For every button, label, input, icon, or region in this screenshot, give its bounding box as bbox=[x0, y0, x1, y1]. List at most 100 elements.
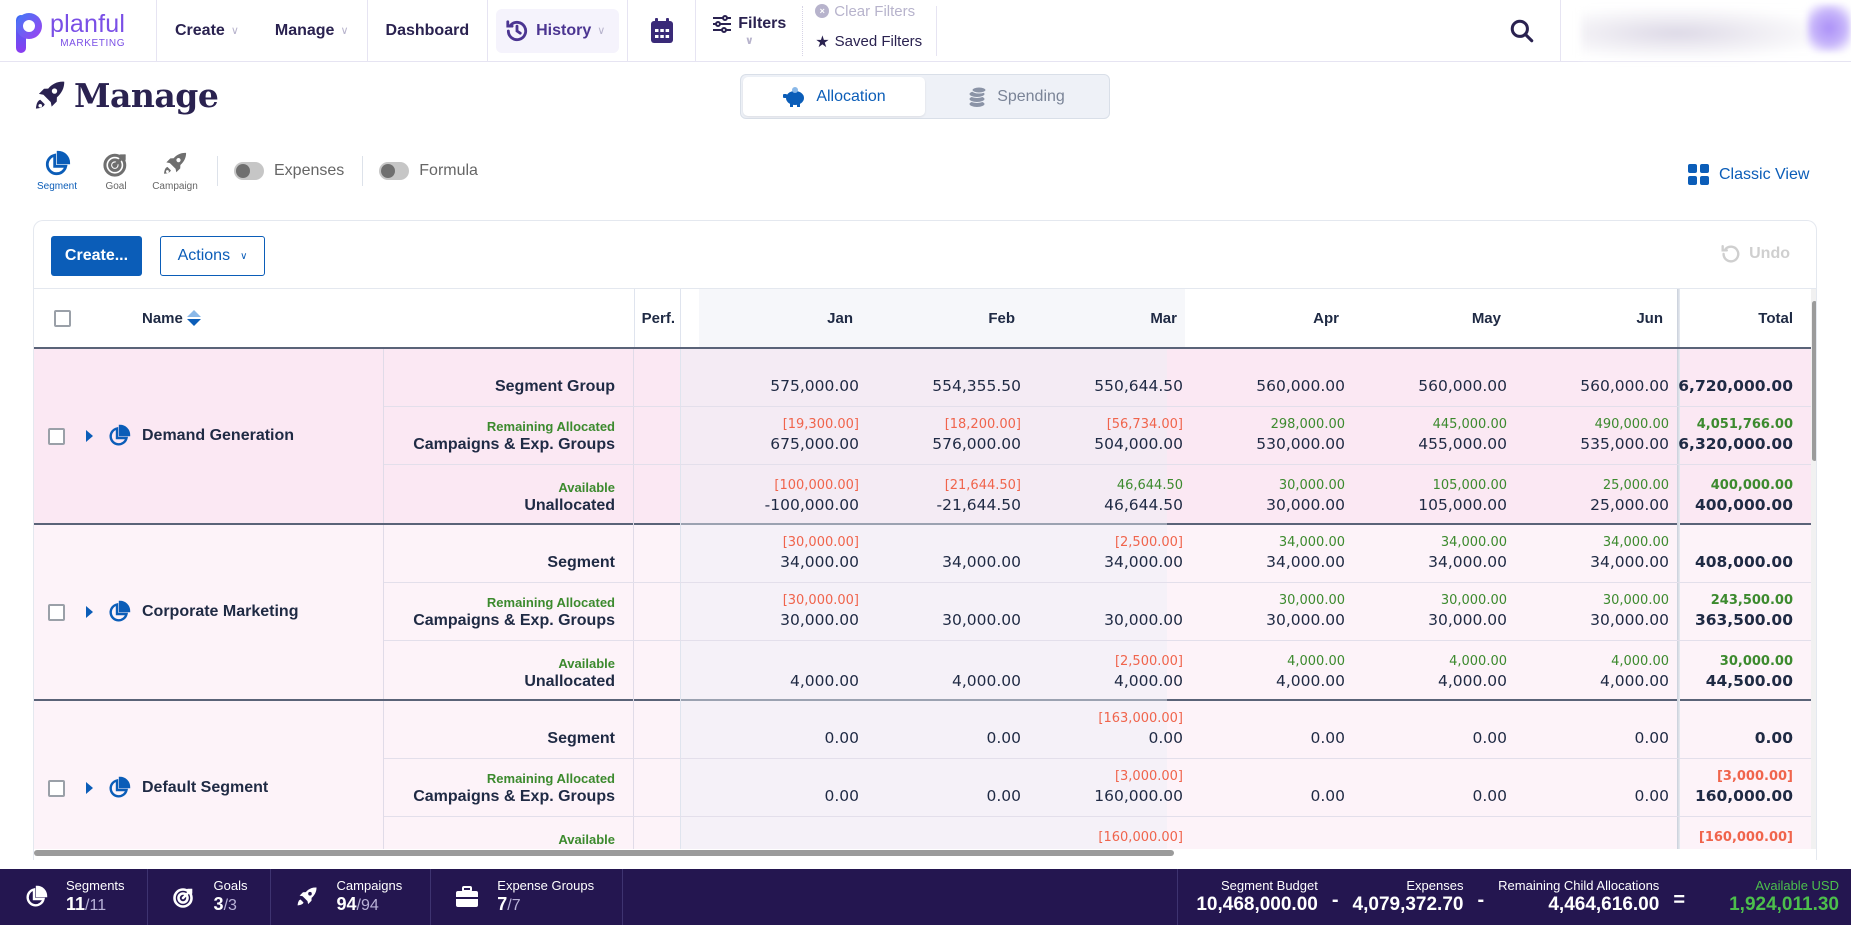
month-value-cell[interactable]: 0.00 bbox=[986, 701, 1021, 758]
nav-create[interactable]: Create ∨ bbox=[157, 0, 257, 61]
month-value-cell[interactable]: 298,000.00 530,000.00 bbox=[1256, 407, 1345, 464]
month-value-cell[interactable]: 34,000.00 34,000.00 bbox=[1266, 525, 1345, 582]
month-value-cell[interactable]: 34,000.00 bbox=[942, 525, 1021, 582]
view-goal[interactable]: Goal bbox=[89, 150, 143, 192]
month-value-cell[interactable]: 0.00 bbox=[986, 759, 1021, 816]
month-value-cell[interactable]: 4,000.00 4,000.00 bbox=[1600, 641, 1669, 701]
month-value-cell[interactable]: [21,644.50] -21,644.50 bbox=[937, 465, 1021, 525]
month-value-cell[interactable]: 550,644.50 bbox=[1094, 349, 1183, 406]
month-value-cell[interactable]: 554,355.50 bbox=[932, 349, 1021, 406]
expenses-switch[interactable] bbox=[234, 162, 264, 180]
month-value-cell[interactable]: 0.00 bbox=[1472, 701, 1507, 758]
total-subvalue: 400,000.00 bbox=[1710, 478, 1793, 493]
month-value-cell[interactable]: 4,000.00 bbox=[952, 641, 1021, 701]
expand-caret-icon[interactable] bbox=[86, 606, 93, 618]
segment-name[interactable]: Default Segment bbox=[142, 779, 268, 797]
nav-manage[interactable]: Manage ∨ bbox=[257, 0, 368, 61]
nav-dashboard[interactable]: Dashboard bbox=[368, 0, 489, 61]
month-value-cell[interactable]: 0.00 bbox=[824, 817, 859, 849]
month-value-cell[interactable]: 0.00 bbox=[986, 817, 1021, 849]
month-value-cell[interactable]: 25,000.00 25,000.00 bbox=[1590, 465, 1669, 525]
month-value-cell[interactable]: 34,000.00 34,000.00 bbox=[1428, 525, 1507, 582]
brand-logo[interactable]: planful MARKETING bbox=[0, 0, 157, 61]
undo-button[interactable]: Undo bbox=[1719, 243, 1790, 265]
month-value-cell[interactable]: [56,734.00] 504,000.00 bbox=[1094, 407, 1183, 464]
month-value-cell[interactable]: 34,000.00 34,000.00 bbox=[1590, 525, 1669, 582]
month-value-cell[interactable]: 0.00 bbox=[1310, 701, 1345, 758]
row-checkbox[interactable] bbox=[48, 603, 65, 621]
month-value-cell[interactable]: 0.00 bbox=[1310, 759, 1345, 816]
month-value-cell[interactable]: 0.00 bbox=[1472, 759, 1507, 816]
view-segment[interactable]: Segment bbox=[30, 150, 84, 192]
month-value-cell[interactable]: 105,000.00 105,000.00 bbox=[1418, 465, 1507, 525]
actions-button[interactable]: Actions ∨ bbox=[160, 236, 265, 276]
month-value-cell[interactable]: [2,500.00] 34,000.00 bbox=[1104, 525, 1183, 582]
month-value-cell[interactable]: 0.00 bbox=[1634, 759, 1669, 816]
row-checkbox[interactable] bbox=[48, 427, 65, 445]
row-checkbox[interactable] bbox=[48, 779, 65, 797]
month-value-cell[interactable]: [160,000.00]160,000.00 bbox=[1094, 817, 1183, 849]
month-value-cell[interactable]: 0.00 bbox=[824, 759, 859, 816]
month-value-cell[interactable]: 46,644.50 46,644.50 bbox=[1104, 465, 1183, 525]
month-value-cell[interactable]: 4,000.00 4,000.00 bbox=[1276, 641, 1345, 701]
month-value-cell[interactable]: 0.00 bbox=[824, 701, 859, 758]
month-value-cell[interactable]: 560,000.00 bbox=[1418, 349, 1507, 406]
header-name[interactable]: Name bbox=[142, 289, 362, 347]
create-button[interactable]: Create... bbox=[51, 236, 142, 276]
user-profile-blurred[interactable] bbox=[1561, 0, 1851, 61]
month-value-cell[interactable]: 30,000.00 bbox=[1104, 583, 1183, 640]
tab-allocation[interactable]: Allocation bbox=[743, 77, 925, 116]
expenses-value: 4,079,372.70 bbox=[1352, 894, 1464, 915]
month-value: 554,355.50 bbox=[932, 377, 1021, 395]
month-value-cell[interactable]: [30,000.00] 34,000.00 bbox=[780, 525, 859, 582]
month-value-cell[interactable]: 30,000.00 bbox=[942, 583, 1021, 640]
tab-spending[interactable]: Spending bbox=[925, 77, 1107, 116]
vertical-scrollbar[interactable] bbox=[1811, 289, 1816, 849]
footer-expense-groups[interactable]: Expense Groups 7/7 bbox=[431, 869, 624, 925]
month-value-cell[interactable]: [2,500.00] 4,000.00 bbox=[1114, 641, 1183, 701]
select-all-checkbox[interactable] bbox=[54, 309, 71, 327]
formula-switch[interactable] bbox=[379, 162, 410, 180]
footer-segments[interactable]: Segments 11/11 bbox=[0, 869, 148, 925]
expand-caret-icon[interactable] bbox=[86, 430, 93, 442]
formula-toggle[interactable]: Formula bbox=[379, 162, 478, 180]
saved-filters-link[interactable]: ★ Saved Filters bbox=[815, 32, 922, 52]
segment-name[interactable]: Corporate Marketing bbox=[142, 603, 298, 621]
month-value-cell[interactable]: 0.00 bbox=[1634, 701, 1669, 758]
month-value-cell[interactable]: 0.00 bbox=[1310, 817, 1345, 849]
footer-campaigns[interactable]: Campaigns 94/94 bbox=[271, 869, 432, 925]
calendar-button[interactable] bbox=[628, 0, 697, 61]
segment-name-cell: Default Segment bbox=[34, 701, 384, 849]
footer-goals[interactable]: Goals 3/3 bbox=[148, 869, 271, 925]
month-value-cell[interactable]: 560,000.00 bbox=[1256, 349, 1345, 406]
month-value-cell[interactable]: 4,000.00 bbox=[790, 641, 859, 701]
month-value-cell[interactable]: [100,000.00] -100,000.00 bbox=[765, 465, 859, 525]
filters-button[interactable]: Filters ∨ bbox=[696, 0, 802, 61]
month-value-cell[interactable]: 445,000.00 455,000.00 bbox=[1418, 407, 1507, 464]
month-value-cell[interactable]: 0.00 bbox=[1472, 817, 1507, 849]
month-value-cell[interactable]: 30,000.00 30,000.00 bbox=[1266, 583, 1345, 640]
history-button[interactable]: History ∨ bbox=[496, 8, 620, 53]
month-value-cell[interactable]: 490,000.00 535,000.00 bbox=[1580, 407, 1669, 464]
month-value-cell[interactable]: 0.00 bbox=[1634, 817, 1669, 849]
month-value-cell[interactable]: 560,000.00 bbox=[1580, 349, 1669, 406]
view-campaign[interactable]: Campaign bbox=[148, 150, 202, 192]
month-value-cell[interactable]: [3,000.00] 160,000.00 bbox=[1094, 759, 1183, 816]
search-button[interactable] bbox=[1483, 0, 1561, 61]
month-value-cell[interactable]: 30,000.00 30,000.00 bbox=[1266, 465, 1345, 525]
clear-filters-link[interactable]: × Clear Filters bbox=[815, 3, 922, 20]
month-value-cell[interactable]: [19,300.00] 675,000.00 bbox=[770, 407, 859, 464]
month-value-cell[interactable]: 30,000.00 30,000.00 bbox=[1428, 583, 1507, 640]
horizontal-scrollbar[interactable] bbox=[34, 849, 1811, 857]
expand-caret-icon[interactable] bbox=[86, 782, 93, 794]
sort-icon[interactable] bbox=[186, 310, 201, 326]
month-value-cell[interactable]: 4,000.00 4,000.00 bbox=[1438, 641, 1507, 701]
month-value-cell[interactable]: [30,000.00] 30,000.00 bbox=[780, 583, 859, 640]
month-value-cell[interactable]: 575,000.00 bbox=[770, 349, 859, 406]
month-value-cell[interactable]: [163,000.00] 0.00 bbox=[1098, 701, 1183, 758]
month-value-cell[interactable]: 30,000.00 30,000.00 bbox=[1590, 583, 1669, 640]
segment-name[interactable]: Demand Generation bbox=[142, 427, 294, 445]
expenses-toggle[interactable]: Expenses bbox=[234, 162, 344, 180]
classic-view-link[interactable]: Classic View bbox=[1688, 164, 1809, 185]
month-value-cell[interactable]: [18,200.00] 576,000.00 bbox=[932, 407, 1021, 464]
